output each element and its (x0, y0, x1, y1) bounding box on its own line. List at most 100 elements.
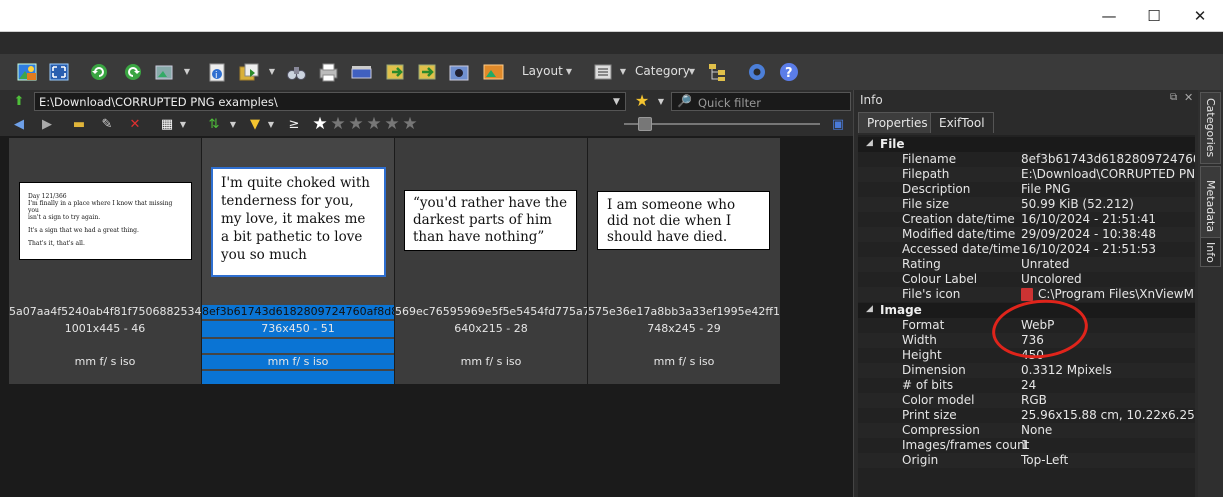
binoculars-icon[interactable] (283, 59, 309, 85)
thumbnail-exif: mm f/ s iso (267, 355, 329, 368)
thumbnail-image: I'm quite choked with tenderness for you… (213, 169, 384, 275)
filter-funnel-icon[interactable]: ▼ (246, 115, 264, 133)
thumbnail-grid-icon[interactable]: ▦ (158, 115, 176, 133)
print-icon[interactable] (315, 59, 341, 85)
capture-icon[interactable] (446, 59, 472, 85)
copy-to-icon[interactable] (236, 59, 262, 85)
thumbnail-image: “you'd rather have the darkest parts of … (405, 191, 576, 250)
collapse-icon[interactable]: ◢ (866, 138, 873, 148)
copy-dropdown-icon[interactable]: ▼ (267, 66, 277, 76)
minimize-button[interactable]: — (1086, 0, 1132, 32)
prop-row: FilepathE:\Download\CORRUPTED PNG exampl… (858, 167, 1195, 182)
preview-line: That's it, that's all. (28, 240, 85, 247)
prop-row: Print size25.96x15.88 cm, 10.22x6.25 inc… (902, 408, 1195, 422)
prop-row: Color model RGB (858, 393, 1195, 408)
rating-gte-label: ≥ (288, 116, 300, 132)
svg-text:i: i (215, 71, 218, 81)
prop-row: File size 50.99 KiB (52.212) (858, 197, 1195, 212)
browser-pane: ⬆ ▼ ★ ▼ 🔎 Quick filter ◀ ▶ ▬ ✎ ✕ ▦ ▼ ⇅ ▼… (0, 90, 853, 497)
path-input[interactable] (34, 92, 626, 111)
thumbnail-item[interactable]: Day 121/366 I'm finally in a place where… (9, 138, 201, 384)
list-view-icon[interactable] (590, 59, 616, 85)
edit-folder-icon[interactable]: ✎ (98, 115, 116, 133)
forward-arrow-icon[interactable]: ▶ (38, 115, 56, 133)
section-file[interactable]: ◢ File (858, 137, 1195, 152)
float-pane-icon[interactable]: ⧉ (1170, 92, 1177, 103)
path-dropdown-icon[interactable]: ▼ (608, 93, 625, 110)
sort-icon[interactable]: ⇅ (205, 115, 223, 133)
scanner-icon[interactable] (348, 59, 374, 85)
side-tab-categories[interactable]: Categories (1200, 92, 1221, 164)
main-toolbar: ▼ i ▼ Layout ▼ ▼ Category ▼ ? (0, 54, 1223, 90)
category-menu[interactable]: Category (635, 64, 690, 78)
sort-dropdown-icon[interactable]: ▼ (228, 119, 238, 129)
move-icon[interactable] (382, 59, 408, 85)
menu-bar (0, 32, 1223, 54)
tab-properties[interactable]: Properties (858, 112, 937, 133)
collapse-icon[interactable]: ◢ (866, 304, 873, 314)
rotate-right-icon[interactable] (120, 59, 146, 85)
path-bar: ⬆ ▼ ★ ▼ 🔎 Quick filter (0, 90, 853, 112)
category-dropdown-icon[interactable]: ▼ (687, 66, 697, 76)
prop-row: Modified date/time 29/09/2024 - 10:38:48 (858, 227, 1195, 242)
help-icon[interactable]: ? (776, 59, 802, 85)
thumbnail-exif: mm f/ s iso (653, 355, 715, 368)
rating-star-2-icon[interactable]: ★ (329, 114, 347, 134)
settings-icon[interactable] (744, 59, 770, 85)
convert-icon[interactable] (152, 59, 178, 85)
rating-star-3-icon[interactable]: ★ (347, 114, 365, 134)
open-icon[interactable] (14, 59, 40, 85)
category-tree-icon[interactable] (704, 59, 730, 85)
thumbnail-size-slider[interactable] (624, 123, 820, 125)
quick-filter-input[interactable]: 🔎 Quick filter (671, 92, 851, 111)
close-pane-icon[interactable]: ✕ (1184, 91, 1193, 104)
slideshow-icon[interactable] (480, 59, 506, 85)
rating-star-1-icon[interactable]: ★ (311, 114, 329, 134)
maximize-button[interactable]: ☐ (1131, 0, 1177, 32)
favorites-star-icon[interactable]: ★ (633, 91, 651, 110)
filter-dropdown-icon[interactable]: ▼ (266, 119, 276, 129)
slider-thumb[interactable] (638, 117, 652, 131)
grid-dropdown-icon[interactable]: ▼ (178, 119, 188, 129)
thumbnail-exif: mm f/ s iso (74, 355, 136, 368)
layout-dropdown-icon[interactable]: ▼ (564, 66, 574, 76)
thumbnail-item-selected[interactable]: I'm quite choked with tenderness for you… (202, 138, 394, 384)
selection-bar (202, 339, 394, 353)
back-arrow-icon[interactable]: ◀ (10, 115, 28, 133)
side-tab-metadata[interactable]: Metadata (1200, 166, 1221, 246)
prop-row: File's icon C:\Program Files\XnViewMP\ (858, 287, 1195, 302)
info-pane-title: Info (860, 93, 883, 107)
prop-row: Images/frames count 1 (902, 438, 1030, 452)
side-tab-info[interactable]: Info (1200, 237, 1221, 267)
fullscreen-icon[interactable] (46, 59, 72, 85)
folder-icon[interactable]: ▬ (70, 115, 88, 133)
favorites-dropdown-icon[interactable]: ▼ (656, 96, 666, 106)
close-button[interactable]: ✕ (1177, 0, 1223, 32)
parent-folder-icon[interactable]: ⬆ (10, 92, 28, 110)
thumbnail-dims: 1001x445 - 46 (64, 322, 146, 335)
rotate-left-icon[interactable] (86, 59, 112, 85)
delete-icon[interactable]: ✕ (126, 115, 144, 133)
tab-exiftool[interactable]: ExifTool (930, 112, 994, 133)
thumbnail-grid: Day 121/366 I'm finally in a place where… (0, 136, 853, 497)
svg-text:?: ? (785, 66, 793, 81)
thumbnail-filename: 575e36e17a8bb3a33ef1995e42ff10... (588, 305, 780, 318)
convert-dropdown-icon[interactable]: ▼ (182, 66, 192, 76)
thumbnail-image: Day 121/366 I'm finally in a place where… (20, 183, 191, 259)
quick-filter-placeholder: Quick filter (698, 96, 761, 110)
selection-bar (202, 371, 394, 384)
rating-star-4-icon[interactable]: ★ (365, 114, 383, 134)
export-icon[interactable] (414, 59, 440, 85)
layout-menu[interactable]: Layout (522, 64, 563, 78)
preview-line: It's a sign that we had a great thing. (28, 227, 139, 234)
preview-toggle-icon[interactable]: ▣ (829, 115, 847, 133)
view-dropdown-icon[interactable]: ▼ (618, 66, 628, 76)
title-bar: — ☐ ✕ (0, 0, 1223, 32)
thumbnail-item[interactable]: “you'd rather have the darkest parts of … (395, 138, 587, 384)
prop-row: Filename8ef3b61743d6182809724760af8d87..… (902, 152, 1195, 166)
prop-row: Accessed date/time 16/10/2024 - 21:51:53 (902, 242, 1157, 256)
thumbnail-item[interactable]: I am someone who did not die when I shou… (588, 138, 780, 384)
rating-star-5-icon[interactable]: ★ (383, 114, 401, 134)
rating-star-6-icon[interactable]: ★ (401, 114, 419, 134)
properties-icon[interactable]: i (204, 59, 230, 85)
